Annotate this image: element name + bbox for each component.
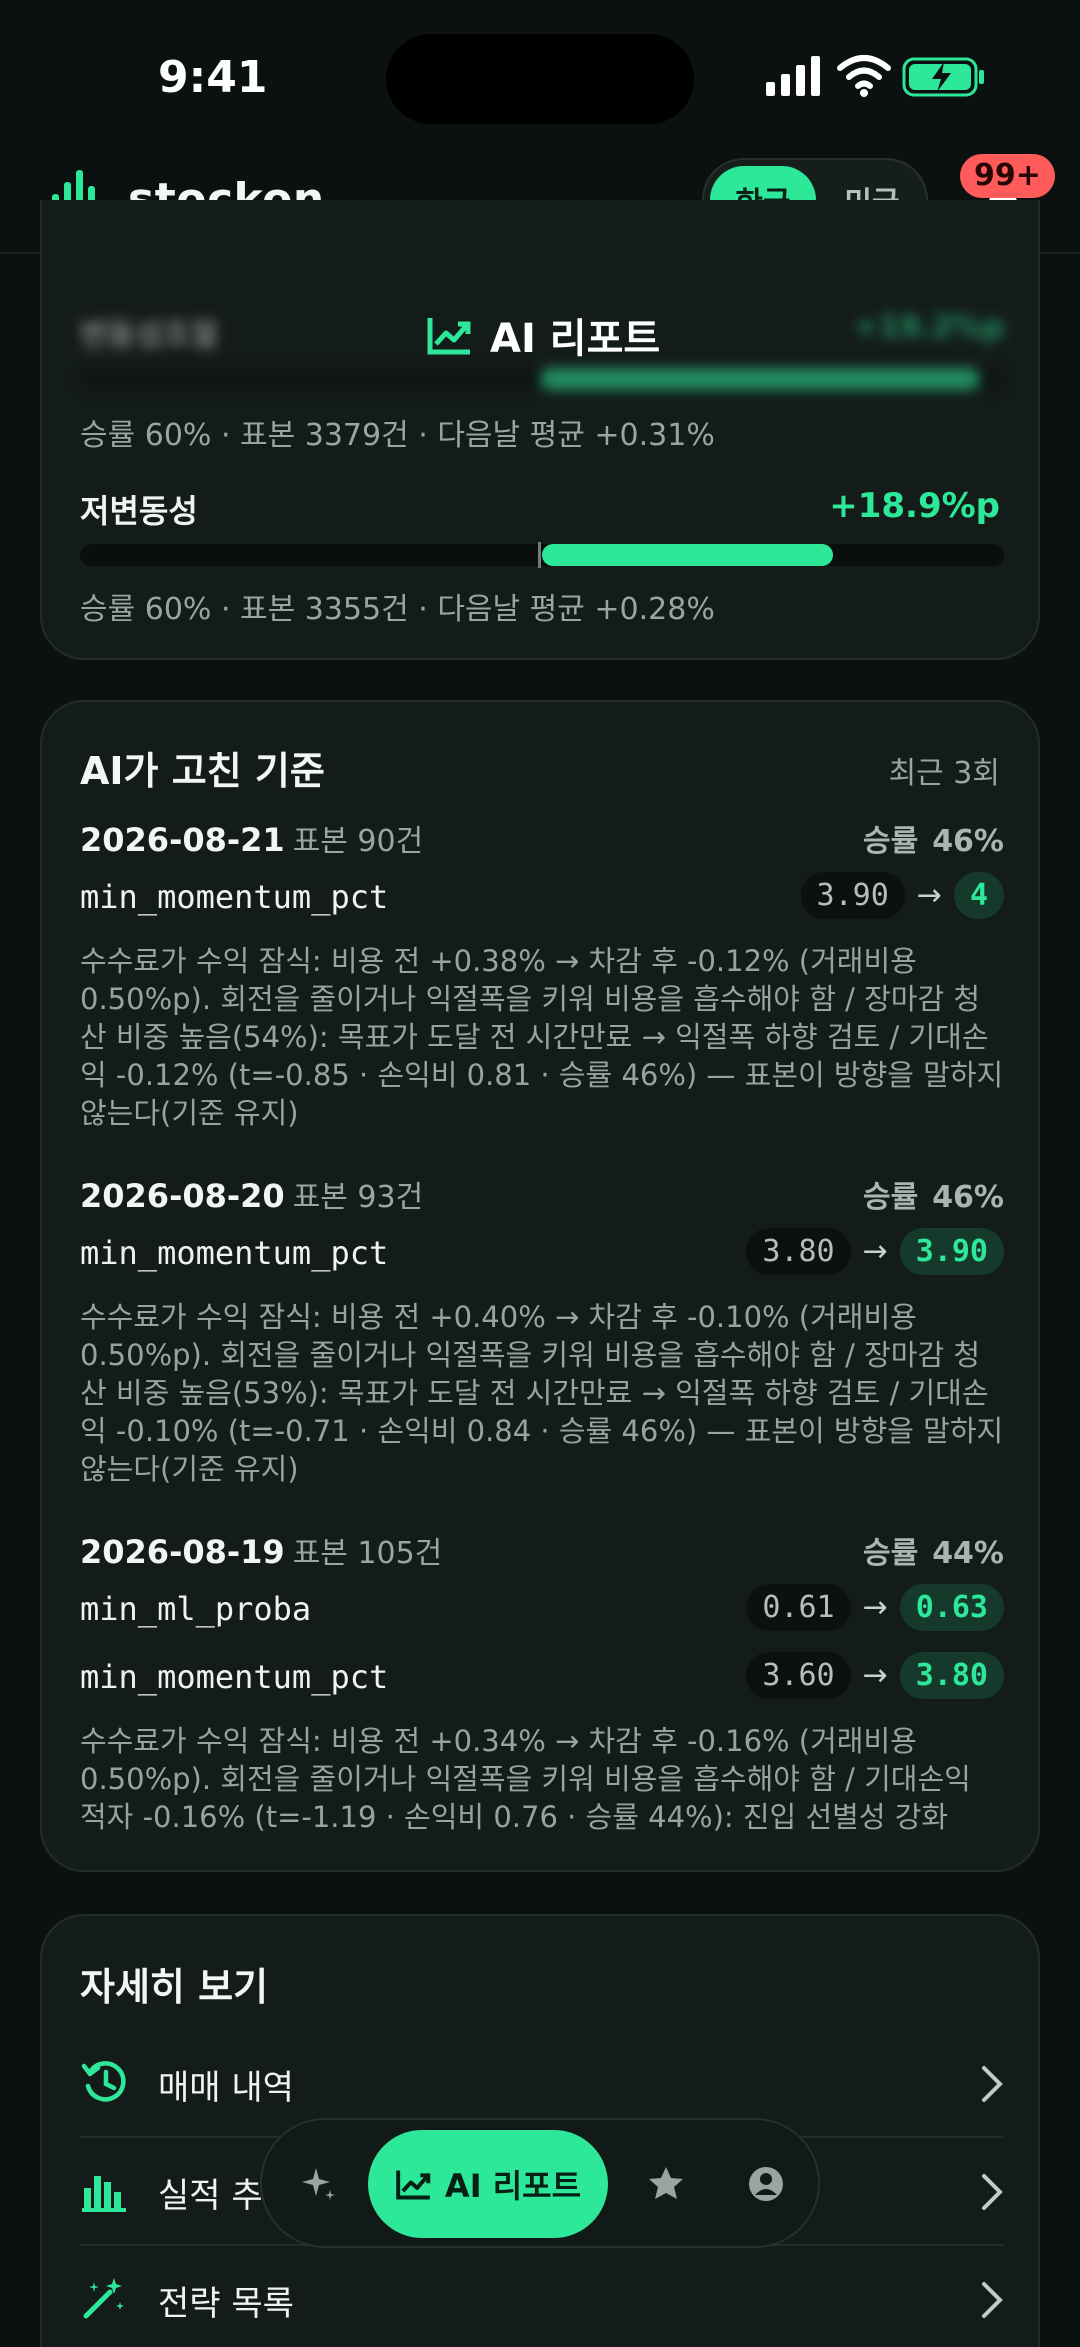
regime-bar-fill: [542, 544, 833, 566]
param-name: min_ml_proba: [80, 1590, 312, 1628]
param-name: min_momentum_pct: [80, 1234, 389, 1272]
status-time: 9:41: [158, 52, 268, 103]
chevron-right-icon: [982, 2066, 1003, 2102]
regime-value: +19.2%p: [853, 310, 1004, 345]
entry-sample: 표본 90건: [292, 824, 424, 859]
entry-date: 2026-08-20 표본 93건: [80, 1177, 424, 1215]
param-change: min_momentum_pct 3.80 → 3.90: [80, 1228, 1004, 1278]
arrow-right-icon: →: [916, 878, 942, 913]
entry-win-rate: 승률 46%: [862, 1180, 1004, 1215]
chevron-right-icon: [982, 2174, 1003, 2210]
param-old-value: 3.80: [746, 1228, 851, 1275]
param-change: min_momentum_pct 3.60 → 3.80: [80, 1652, 1004, 1702]
notification-badge: 99+: [960, 154, 1055, 198]
entry-sample: 표본 105건: [292, 1536, 443, 1571]
entry-win-rate: 승률 44%: [862, 1536, 1004, 1571]
user-icon[interactable]: [746, 2164, 786, 2204]
regime-value: +18.9%p: [829, 486, 1000, 526]
criteria-entry: 2026-08-21 표본 90건 승률 46% min_momentum_pct …: [80, 816, 1004, 1146]
param-old-value: 3.90: [800, 872, 905, 919]
magic-wand-icon: [83, 2278, 124, 2319]
param-new-value: 3.80: [899, 1652, 1004, 1699]
nav-ai-report[interactable]: AI 리포트: [368, 2130, 608, 2238]
details-title: 자세히 보기: [80, 1965, 269, 2009]
param-values: 3.60 → 3.80: [746, 1652, 1004, 1699]
param-values: 3.80 → 3.90: [746, 1228, 1004, 1275]
details-item-label: 매매 내역: [158, 2068, 294, 2108]
entry-description: 수수료가 수익 잠식: 비용 전 +0.34% → 차감 후 -0.16% (거…: [80, 1724, 971, 1834]
param-change: min_ml_proba 0.61 → 0.63: [80, 1584, 1004, 1634]
details-item-label: 전략 목록: [158, 2284, 294, 2324]
criteria-card: AI가 고친 기준 최근 3회 2026-08-21 표본 90건 승률 46% m…: [40, 700, 1040, 1872]
chevron-right-icon: [982, 2282, 1003, 2318]
bottom-nav: AI 리포트: [260, 2118, 820, 2248]
chart-icon: [396, 2170, 431, 2200]
param-old-value: 3.60: [746, 1652, 851, 1699]
entry-win-rate: 승률 46%: [862, 824, 1004, 859]
wifi-icon: [837, 55, 891, 97]
cellular-signal-icon: [766, 56, 820, 96]
entry-date: 2026-08-19 표본 105건: [80, 1533, 443, 1571]
star-icon[interactable]: [646, 2164, 686, 2204]
param-new-value: 4: [953, 872, 1004, 919]
param-values: 3.90 → 4: [800, 872, 1004, 919]
criteria-meta: 최근 3회: [888, 756, 1000, 791]
regime-stat: 승률 60% · 표본 3355건 · 다음날 평균 +0.28%: [80, 592, 715, 627]
battery-charging-icon: [902, 57, 984, 97]
arrow-right-icon: →: [862, 1234, 888, 1269]
entry-date: 2026-08-21 표본 90건: [80, 821, 424, 859]
regime-bar-fill: [540, 368, 980, 390]
criteria-entry: 2026-08-19 표본 105건 승률 44% min_ml_proba 0.6…: [80, 1528, 1004, 1848]
trend-chart-icon: [427, 318, 471, 355]
param-new-value: 3.90: [899, 1228, 1004, 1275]
arrow-right-icon: →: [862, 1658, 888, 1693]
ai-report-title: AI 리포트: [426, 306, 660, 364]
regime-bar-track: [80, 542, 1004, 568]
regime-label: 저변동성: [80, 492, 198, 530]
param-old-value: 0.61: [746, 1584, 851, 1631]
criteria-title: AI가 고친 기준: [80, 749, 325, 793]
sparkle-icon[interactable]: [298, 2164, 338, 2204]
details-item-label: 실적 추: [158, 2176, 263, 2216]
regime-stat: 승률 60% · 표본 3379건 · 다음날 평균 +0.31%: [80, 418, 715, 453]
regime-card: 변동성조절 +19.2%p 승률 60% · 표본 3379건 · 다음날 평균…: [40, 200, 1040, 660]
regime-bar-midline: [538, 542, 541, 568]
nav-ai-report-label: AI 리포트: [444, 2167, 582, 2205]
ai-report-title-text: AI 리포트: [490, 316, 661, 362]
criteria-entry: 2026-08-20 표본 93건 승률 46% min_momentum_pct …: [80, 1172, 1004, 1502]
param-name: min_momentum_pct: [80, 1658, 389, 1696]
entry-description: 수수료가 수익 잠식: 비용 전 +0.38% → 차감 후 -0.12% (거…: [80, 944, 1004, 1130]
history-icon: [81, 2061, 126, 2102]
param-name: min_momentum_pct: [80, 878, 389, 916]
param-change: min_momentum_pct 3.90 → 4: [80, 872, 1004, 922]
entry-description: 수수료가 수익 잠식: 비용 전 +0.40% → 차감 후 -0.10% (거…: [80, 1300, 1004, 1486]
status-bar: 9:41: [0, 0, 1080, 150]
arrow-right-icon: →: [862, 1590, 888, 1625]
regime-label: 변동성조절: [80, 318, 218, 353]
details-item-strategy-list[interactable]: 전략 목록: [80, 2246, 1004, 2347]
bar-chart-icon: [82, 2176, 126, 2212]
entry-sample: 표본 93건: [292, 1180, 424, 1215]
param-new-value: 0.63: [899, 1584, 1004, 1631]
param-values: 0.61 → 0.63: [746, 1584, 1004, 1631]
dynamic-island: [386, 34, 694, 124]
